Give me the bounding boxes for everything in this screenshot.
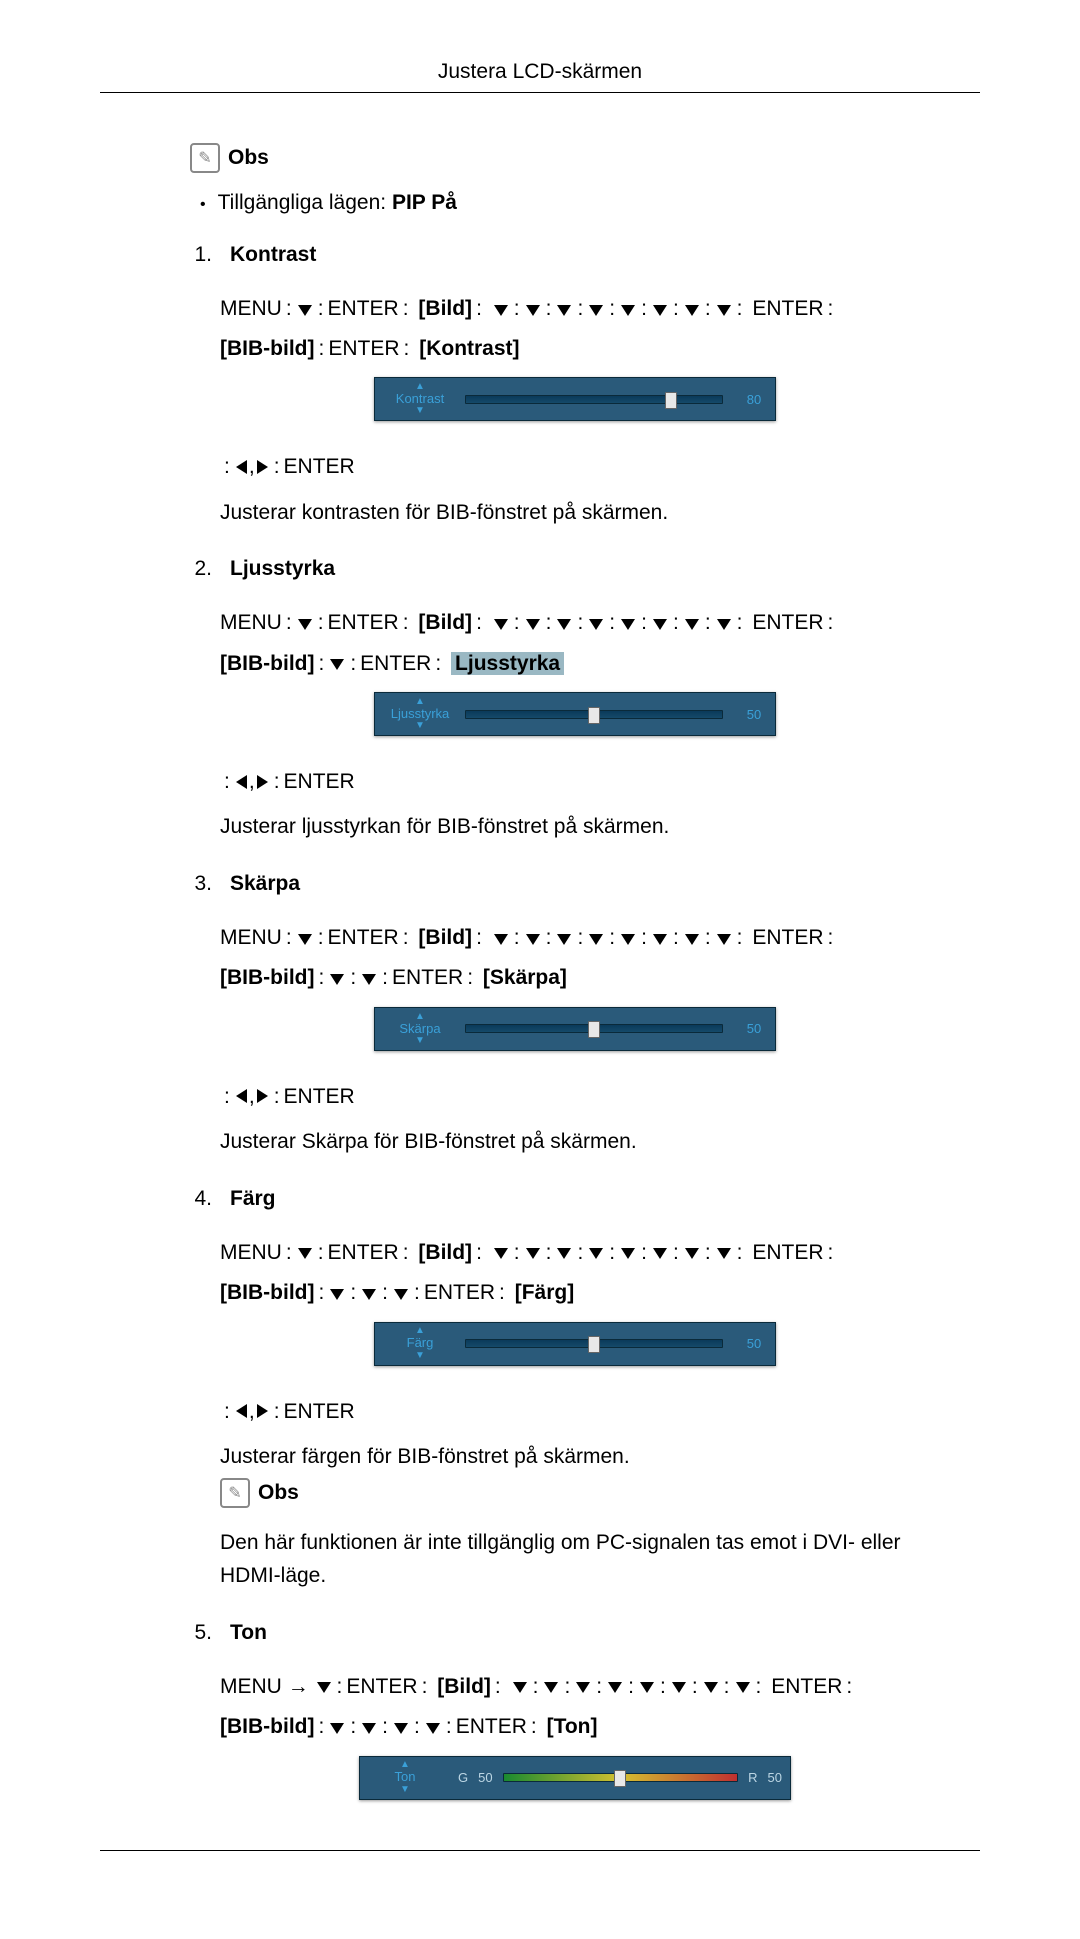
bullet-text: Tillgängliga lägen: [218, 191, 387, 214]
slider-track[interactable] [465, 1024, 723, 1033]
item-heading: 5. Ton [190, 1621, 960, 1645]
item-description: Justerar ljusstyrkan för BIB-fönstret på… [190, 810, 960, 844]
nav-sequence: MENU::ENTER: [Bild]: :::::::: ENTER: [BI… [190, 603, 960, 684]
ton-r-label: R [748, 1770, 757, 1785]
note-label: Obs [258, 1481, 299, 1505]
note-heading: ✎ Obs [190, 143, 960, 173]
page-title: Justera LCD-skärmen [100, 60, 980, 84]
ton-slider[interactable]: ▲ Ton ▼ G 50 R 50 [359, 1756, 791, 1800]
slider-name: Ljusstyrka [391, 707, 450, 721]
pencil-icon: ✎ [220, 1478, 250, 1508]
item-label: Ton [230, 1621, 267, 1645]
triangle-left-icon [236, 448, 247, 488]
triangle-down-icon: ▼ [415, 1351, 425, 1361]
bullet-dot: • [200, 197, 206, 213]
ton-g-value: 50 [478, 1770, 492, 1785]
nav-sequence: MENU::ENTER: [Bild]: :::::::: ENTER: [BI… [190, 289, 960, 369]
slider-name: Ton [395, 1770, 416, 1784]
item-heading: 2. Ljusstyrka [190, 557, 960, 581]
slider-track[interactable] [465, 395, 723, 404]
slider-value: 50 [737, 1021, 771, 1036]
slider-value: 80 [737, 392, 771, 407]
bullet-bold: PIP På [392, 191, 457, 214]
skarpa-slider[interactable]: ▲ Skärpa ▼ 50 [374, 1007, 776, 1051]
ton-r-value: 50 [768, 1770, 782, 1785]
slider-name: Färg [407, 1336, 434, 1350]
nav-suffix: :,:ENTER [190, 762, 960, 802]
item-label: Färg [230, 1187, 276, 1211]
triangle-down-icon: ▼ [415, 721, 425, 731]
nav-suffix: :,:ENTER [190, 447, 960, 487]
item-number: 3. [190, 872, 212, 896]
nav-suffix: :,:ENTER [190, 1077, 960, 1117]
nav-sequence: MENU → :ENTER: [Bild]: :::::::: ENTER: [… [190, 1667, 960, 1748]
slider-value: 50 [737, 707, 771, 722]
nav-suffix: :,:ENTER [190, 1392, 960, 1432]
triangle-down-icon [298, 290, 312, 330]
slider-track[interactable] [465, 1339, 723, 1348]
farg-slider[interactable]: ▲ Färg ▼ 50 [374, 1322, 776, 1366]
content-area: ✎ Obs • Tillgängliga lägen: PIP På 1. Ko… [100, 93, 980, 1800]
item-description: Justerar kontrasten för BIB-fönstret på … [190, 496, 960, 530]
slider-name: Skärpa [399, 1022, 440, 1036]
slider-value: 50 [737, 1336, 771, 1351]
item-label: Skärpa [230, 872, 300, 896]
nav-sequence: MENU::ENTER: [Bild]: :::::::: ENTER: [BI… [190, 918, 960, 999]
triangle-up-icon: ▲ [400, 1760, 410, 1770]
item-heading: 1. Kontrast [190, 243, 960, 267]
item-number: 4. [190, 1187, 212, 1211]
item-label: Ljusstyrka [230, 557, 335, 581]
slider-track[interactable] [503, 1773, 739, 1782]
item-number: 1. [190, 243, 212, 267]
note-text: Den här funktionen är inte tillgänglig o… [190, 1526, 960, 1593]
ton-g-label: G [458, 1770, 468, 1785]
slider-track[interactable] [465, 710, 723, 719]
footer-rule [100, 1850, 980, 1851]
slider-name: Kontrast [396, 392, 444, 406]
item-number: 2. [190, 557, 212, 581]
nav-sequence: MENU::ENTER: [Bild]: :::::::: ENTER: [BI… [190, 1233, 960, 1314]
item-description: Justerar färgen för BIB-fönstret på skär… [190, 1440, 960, 1474]
item-heading: 4. Färg [190, 1187, 960, 1211]
bullet-line: • Tillgängliga lägen: PIP På [190, 191, 960, 215]
item-description: Justerar Skärpa för BIB-fönstret på skär… [190, 1125, 960, 1159]
triangle-right-icon [257, 448, 268, 488]
note-heading: ✎ Obs [190, 1478, 960, 1508]
pencil-icon: ✎ [190, 143, 220, 173]
note-label: Obs [228, 146, 269, 170]
triangle-down-icon: ▼ [400, 1785, 410, 1795]
item-label: Kontrast [230, 243, 316, 267]
triangle-down-icon: ▼ [415, 406, 425, 416]
triangle-down-icon: ▼ [415, 1036, 425, 1046]
item-number: 5. [190, 1621, 212, 1645]
kontrast-slider[interactable]: ▲ Kontrast ▼ 80 [374, 377, 776, 421]
ljusstyrka-slider[interactable]: ▲ Ljusstyrka ▼ 50 [374, 692, 776, 736]
item-heading: 3. Skärpa [190, 872, 960, 896]
